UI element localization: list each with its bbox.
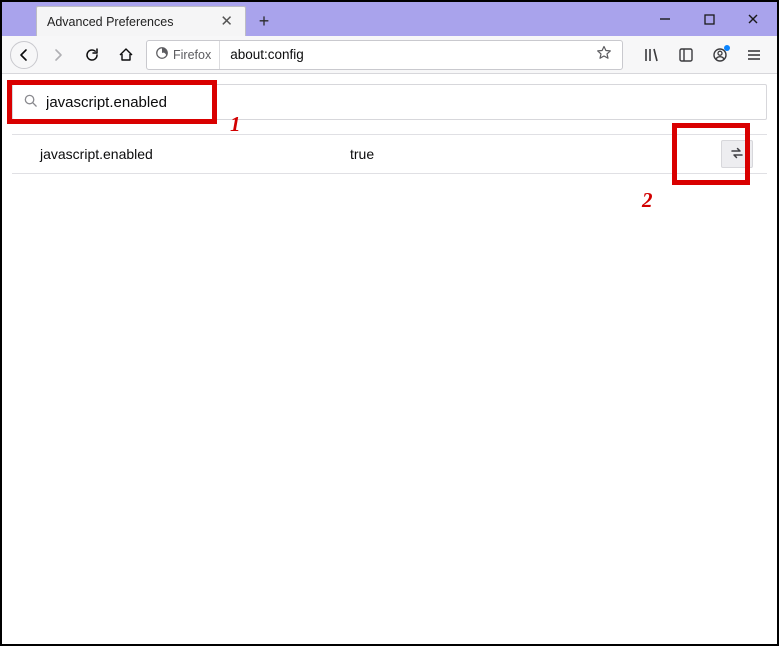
url-bar[interactable]: Firefox — [146, 40, 623, 70]
nav-toolbar: Firefox — [2, 36, 777, 74]
aboutconfig-content: javascript.enabled true — [2, 74, 777, 644]
titlebar: Advanced Preferences ✕ + — [2, 2, 777, 36]
tab-strip: Advanced Preferences ✕ + — [36, 2, 278, 36]
pref-row[interactable]: javascript.enabled true — [12, 134, 767, 174]
toggle-arrows-icon — [729, 145, 745, 164]
close-tab-icon[interactable]: ✕ — [216, 12, 237, 31]
maximize-button[interactable] — [689, 5, 729, 33]
reload-button[interactable] — [78, 41, 106, 69]
url-input[interactable] — [224, 47, 588, 62]
config-search-box[interactable] — [12, 84, 767, 120]
back-button[interactable] — [10, 41, 38, 69]
window-controls — [645, 2, 773, 36]
identity-box[interactable]: Firefox — [151, 41, 220, 69]
search-icon — [23, 93, 38, 111]
pref-toggle-button[interactable] — [721, 140, 753, 168]
identity-label: Firefox — [173, 48, 211, 62]
notification-dot-icon — [724, 45, 730, 51]
bookmark-star-icon[interactable] — [592, 41, 616, 68]
menu-button[interactable] — [739, 40, 769, 70]
library-button[interactable] — [637, 40, 667, 70]
sidebar-button[interactable] — [671, 40, 701, 70]
forward-button — [44, 41, 72, 69]
home-button[interactable] — [112, 41, 140, 69]
firefox-logo-icon — [155, 46, 169, 63]
pref-value: true — [350, 146, 721, 162]
close-window-button[interactable] — [733, 5, 773, 33]
account-button[interactable] — [705, 40, 735, 70]
minimize-button[interactable] — [645, 5, 685, 33]
toolbar-right — [637, 40, 769, 70]
new-tab-button[interactable]: + — [250, 7, 278, 35]
tab-advanced-preferences[interactable]: Advanced Preferences ✕ — [36, 6, 246, 36]
config-search-input[interactable] — [46, 94, 756, 111]
pref-name: javascript.enabled — [40, 146, 350, 162]
tab-title: Advanced Preferences — [47, 15, 208, 29]
